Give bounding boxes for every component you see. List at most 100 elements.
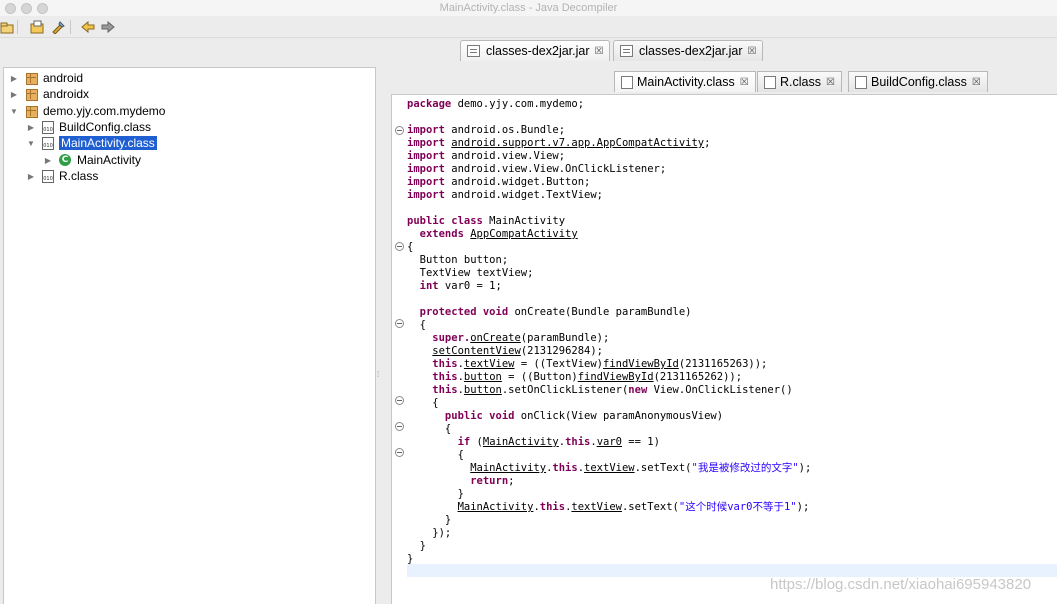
tree-item-label: R.class <box>59 169 99 183</box>
code-line: import android.os.Bundle; <box>407 124 566 136</box>
code-line: Button button; <box>407 254 509 266</box>
collapse-arrow-icon[interactable]: ▼ <box>26 139 36 148</box>
code-line: public class MainActivity <box>407 215 566 227</box>
tree-item-label: BuildConfig.class <box>59 120 152 134</box>
fold-icon[interactable] <box>395 448 404 457</box>
code-line: setContentView(2131296284); <box>432 345 603 357</box>
tab-r-class[interactable]: R.class ☒ <box>757 71 842 92</box>
expand-arrow-icon[interactable]: ▶ <box>43 156 53 165</box>
code-line: import android.widget.Button; <box>407 176 591 188</box>
toolbar <box>0 16 1057 38</box>
tree-item-demo-package[interactable]: ▼ demo.yjy.com.mydemo <box>9 103 165 119</box>
open-file-icon[interactable] <box>0 20 14 34</box>
expand-arrow-icon[interactable]: ▶ <box>26 172 36 181</box>
tree-item-android[interactable]: ▶ android <box>9 70 83 86</box>
class-icon: C <box>59 154 71 166</box>
package-tree: ▶ android ▶ androidx ▼ demo.yjy.com.myde… <box>3 67 376 604</box>
class-file-icon <box>621 75 633 89</box>
code-line: { <box>407 241 414 253</box>
tree-item-mainactivity-class[interactable]: ▼ MainActivity.class <box>26 135 157 151</box>
jar-file-icon <box>467 45 480 57</box>
splitter-handle[interactable]: ⁞ <box>377 371 383 379</box>
class-tab-bar: MainActivity.class ☒ R.class ☒ BuildConf… <box>391 67 1057 94</box>
code-line: super.onCreate(paramBundle); <box>407 332 610 344</box>
class-file-icon <box>855 75 867 89</box>
editor-area: MainActivity.class ☒ R.class ☒ BuildConf… <box>391 67 1057 604</box>
forward-icon[interactable] <box>101 20 115 34</box>
code-line: } <box>407 514 452 526</box>
class-file-icon <box>42 169 54 183</box>
code-line: { <box>407 319 426 331</box>
fold-icon[interactable] <box>395 319 404 328</box>
tab-label: MainActivity.class <box>637 75 735 89</box>
class-file-icon <box>42 120 54 134</box>
code-line: import android.view.View.OnClickListener… <box>407 163 667 175</box>
close-tab-icon[interactable]: ☒ <box>740 77 749 88</box>
tree-item-androidx[interactable]: ▶ androidx <box>9 86 89 102</box>
code-line: } <box>407 553 414 565</box>
code-line: }); <box>407 527 452 539</box>
code-line: { <box>407 449 464 461</box>
expand-arrow-icon[interactable]: ▶ <box>9 74 19 83</box>
expand-arrow-icon[interactable]: ▶ <box>9 90 19 99</box>
code-line: MainActivity.this.textView.setText("我是被修… <box>470 462 812 474</box>
jar-tab-bar: classes-dex2jar.jar ☒ classes-dex2jar.ja… <box>0 38 1057 63</box>
code-line: return; <box>470 475 515 487</box>
fold-icon[interactable] <box>395 396 404 405</box>
tab-jar-label: classes-dex2jar.jar <box>639 44 743 58</box>
class-file-icon <box>42 136 54 150</box>
code-line: this.textView = ((TextView)findViewById(… <box>432 358 768 370</box>
code-line: } <box>407 540 426 552</box>
code-line: package demo.yjy.com.mydemo; <box>407 98 585 110</box>
code-line: import android.view.View; <box>407 150 566 162</box>
toolbar-separator <box>17 20 18 34</box>
package-icon <box>25 105 38 118</box>
toolbar-separator <box>70 20 71 34</box>
title-bar: MainActivity.class - Java Decompiler <box>0 0 1057 16</box>
tree-item-label: android <box>43 71 84 85</box>
tool-icon[interactable] <box>51 20 65 35</box>
open-folder-icon[interactable] <box>30 20 44 34</box>
code-editor[interactable]: package demo.yjy.com.mydemo; import andr… <box>391 94 1057 604</box>
class-file-icon <box>764 75 776 89</box>
code-line: MainActivity.this.textView.setText("这个时候… <box>457 501 810 513</box>
tree-item-label: MainActivity.class <box>59 136 157 150</box>
code-line: public void onClick(View paramAnonymousV… <box>407 410 724 422</box>
code-line: TextView textView; <box>407 267 534 279</box>
tab-label: BuildConfig.class <box>871 75 967 89</box>
fold-gutter <box>392 95 404 604</box>
code-line: import android.support.v7.app.AppCompatA… <box>407 137 711 149</box>
code-line: if (MainActivity.this.var0 == 1) <box>407 436 660 448</box>
expand-arrow-icon[interactable]: ▶ <box>26 123 36 132</box>
tab-label: R.class <box>780 75 821 89</box>
code-line: extends AppCompatActivity <box>407 228 578 240</box>
tab-jar-2[interactable]: classes-dex2jar.jar ☒ <box>613 40 764 61</box>
code-line: protected void onCreate(Bundle paramBund… <box>407 306 692 318</box>
code-line: import android.widget.TextView; <box>407 189 603 201</box>
fold-icon[interactable] <box>395 126 404 135</box>
tab-jar-label: classes-dex2jar.jar <box>486 44 590 58</box>
code-line: { <box>407 423 452 435</box>
package-icon <box>25 72 38 85</box>
tree-item-label: MainActivity <box>77 153 142 167</box>
close-tab-icon[interactable]: ☒ <box>972 77 981 88</box>
watermark: https://blog.csdn.net/xiaohai695943820 <box>770 576 1032 593</box>
jar-file-icon <box>620 45 633 57</box>
tree-item-label: demo.yjy.com.mydemo <box>43 104 166 118</box>
tree-item-mainactivity[interactable]: ▶ C MainActivity <box>43 152 141 168</box>
collapse-arrow-icon[interactable]: ▼ <box>9 107 19 116</box>
code-line: } <box>407 488 464 500</box>
tab-jar-1[interactable]: classes-dex2jar.jar ☒ <box>460 40 611 61</box>
tree-item-label: androidx <box>43 87 90 101</box>
tree-item-buildconfig[interactable]: ▶ BuildConfig.class <box>26 119 151 135</box>
close-tab-icon[interactable]: ☒ <box>748 46 757 57</box>
back-icon[interactable] <box>81 20 95 34</box>
code-line: this.button.setOnClickListener(new View.… <box>432 384 793 396</box>
tab-buildconfig-class[interactable]: BuildConfig.class ☒ <box>848 71 988 92</box>
close-tab-icon[interactable]: ☒ <box>826 77 835 88</box>
fold-icon[interactable] <box>395 422 404 431</box>
fold-icon[interactable] <box>395 242 404 251</box>
tree-item-r-class[interactable]: ▶ R.class <box>26 168 98 184</box>
close-tab-icon[interactable]: ☒ <box>595 46 604 57</box>
tab-mainactivity-class[interactable]: MainActivity.class ☒ <box>614 71 756 92</box>
